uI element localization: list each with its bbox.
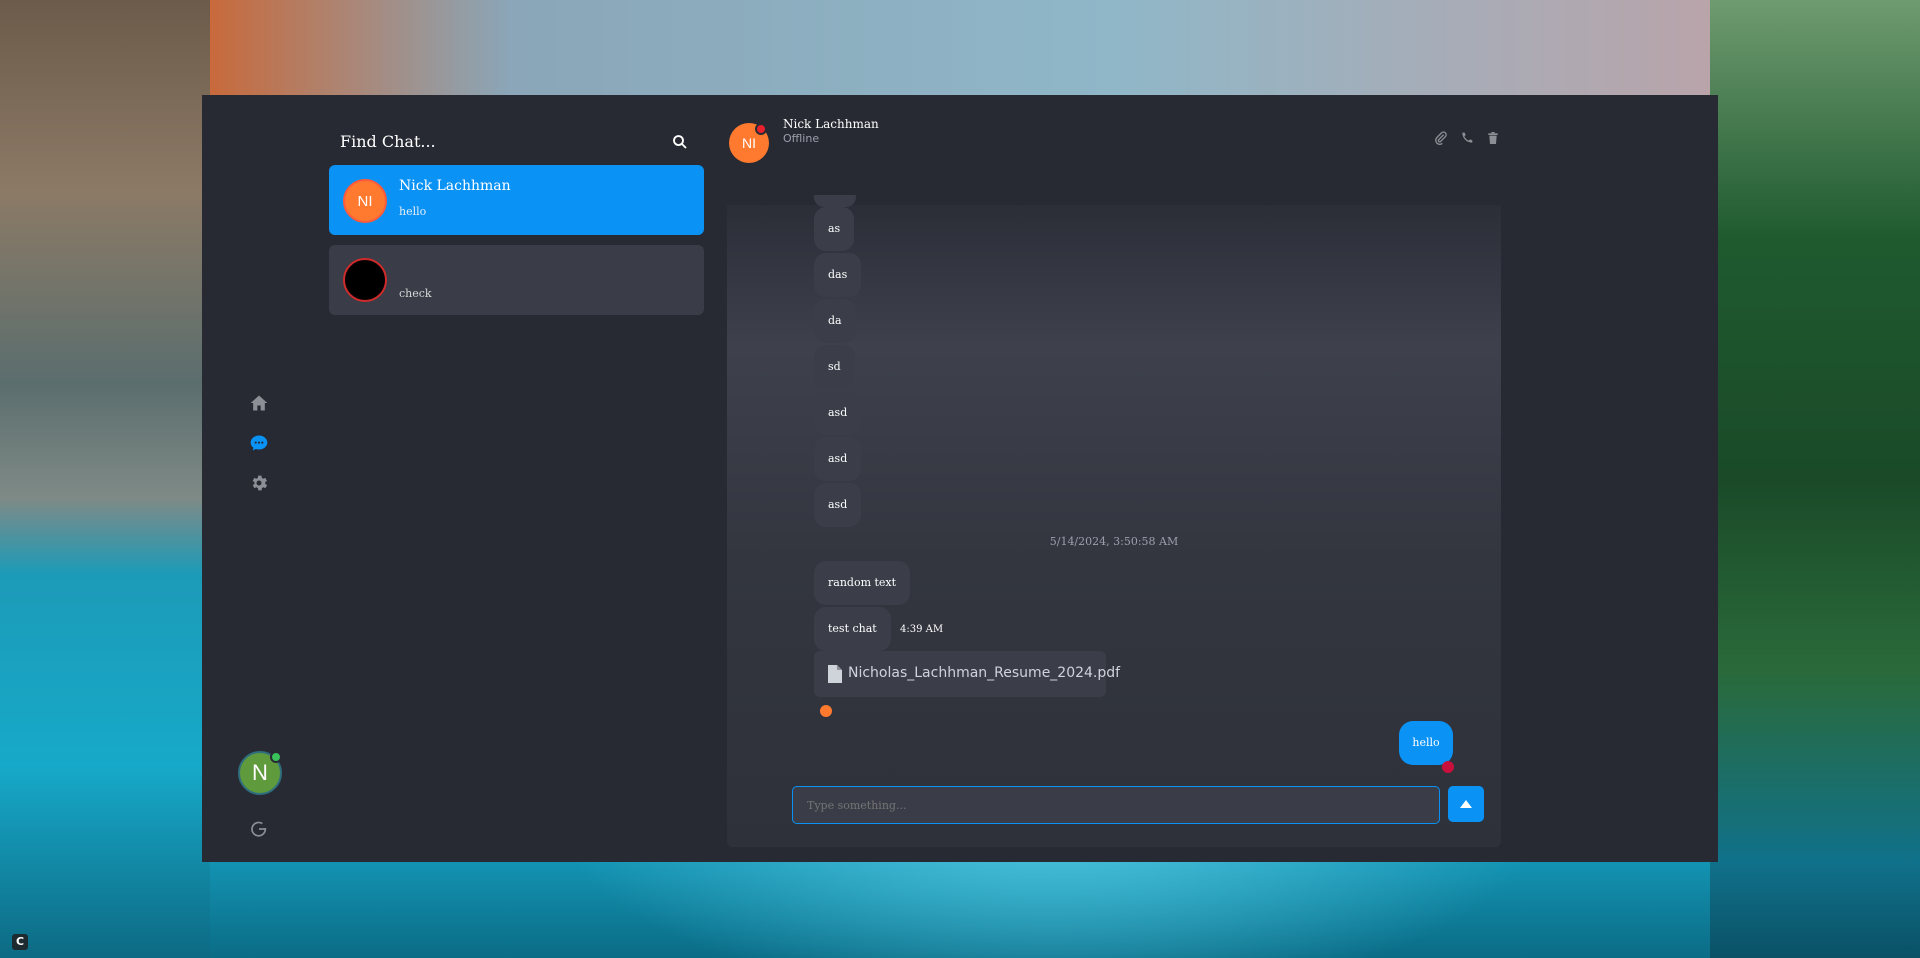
offline-status-dot bbox=[755, 123, 767, 135]
search-icon[interactable] bbox=[671, 133, 689, 151]
send-button[interactable] bbox=[1448, 786, 1484, 822]
message-timestamp: 5/14/2024, 3:50:58 AM bbox=[1049, 535, 1179, 548]
contact-initials: NI bbox=[357, 192, 373, 210]
file-attachment-name: Nicholas_Lachhman_Resume_2024.pdf bbox=[848, 665, 1121, 681]
read-receipt-avatar bbox=[820, 705, 832, 717]
chat-icon[interactable] bbox=[249, 433, 269, 453]
chat-header-status: Offline bbox=[783, 132, 820, 145]
read-receipt-avatar bbox=[1442, 761, 1454, 773]
last-message-preview: check bbox=[399, 287, 432, 300]
gear-icon[interactable] bbox=[249, 473, 269, 493]
chat-header-name: Nick Lachhman bbox=[783, 117, 879, 131]
document-icon bbox=[828, 665, 842, 683]
home-icon[interactable] bbox=[249, 393, 269, 413]
contact-avatar: NI bbox=[343, 179, 387, 223]
contact-avatar bbox=[343, 258, 387, 302]
incoming-message: test chat bbox=[814, 607, 891, 651]
online-status-dot bbox=[270, 751, 282, 763]
incoming-message: sd bbox=[814, 345, 855, 389]
incoming-message: da bbox=[814, 299, 856, 343]
conversation-panel: NI Nick Lachhman Offline as das da sd as… bbox=[727, 95, 1501, 847]
corner-app-icon[interactable]: C bbox=[12, 934, 28, 950]
chat-app-window: N Find Chat... NI Nick Lachhman hello ch… bbox=[202, 95, 1718, 862]
current-user-initial: N bbox=[252, 760, 268, 785]
outgoing-message: hello bbox=[1399, 721, 1453, 765]
message-input[interactable] bbox=[792, 786, 1440, 824]
trash-icon[interactable] bbox=[1485, 130, 1501, 146]
message-time: 4:39 AM bbox=[900, 624, 944, 635]
incoming-message: asd bbox=[814, 391, 862, 435]
logout-icon[interactable] bbox=[249, 819, 269, 839]
message-thread: as das da sd asd asd asd 5/14/2024, 3:50… bbox=[727, 195, 1501, 847]
phone-icon[interactable] bbox=[1459, 130, 1475, 146]
wallpaper-left bbox=[0, 0, 210, 958]
wallpaper-top bbox=[210, 0, 1710, 95]
incoming-message: asd bbox=[814, 483, 862, 527]
find-chat-title: Find Chat... bbox=[340, 132, 436, 151]
incoming-message: as bbox=[814, 207, 855, 251]
message-bubble-partial bbox=[814, 195, 856, 207]
incoming-message: das bbox=[814, 253, 862, 297]
incoming-message: asd bbox=[814, 437, 862, 481]
incoming-message: random text bbox=[814, 561, 911, 605]
last-message-preview: hello bbox=[399, 205, 427, 218]
contact-name: Nick Lachhman bbox=[399, 178, 511, 194]
chat-list-item[interactable]: NI Nick Lachhman hello bbox=[329, 165, 704, 235]
paperclip-icon[interactable] bbox=[1433, 130, 1449, 146]
chat-header-initials: NI bbox=[742, 135, 756, 151]
chat-list-item[interactable]: check bbox=[329, 245, 704, 315]
caret-up-icon bbox=[1460, 800, 1472, 808]
wallpaper-right bbox=[1710, 0, 1920, 958]
file-attachment[interactable]: Nicholas_Lachhman_Resume_2024.pdf bbox=[814, 651, 1120, 697]
